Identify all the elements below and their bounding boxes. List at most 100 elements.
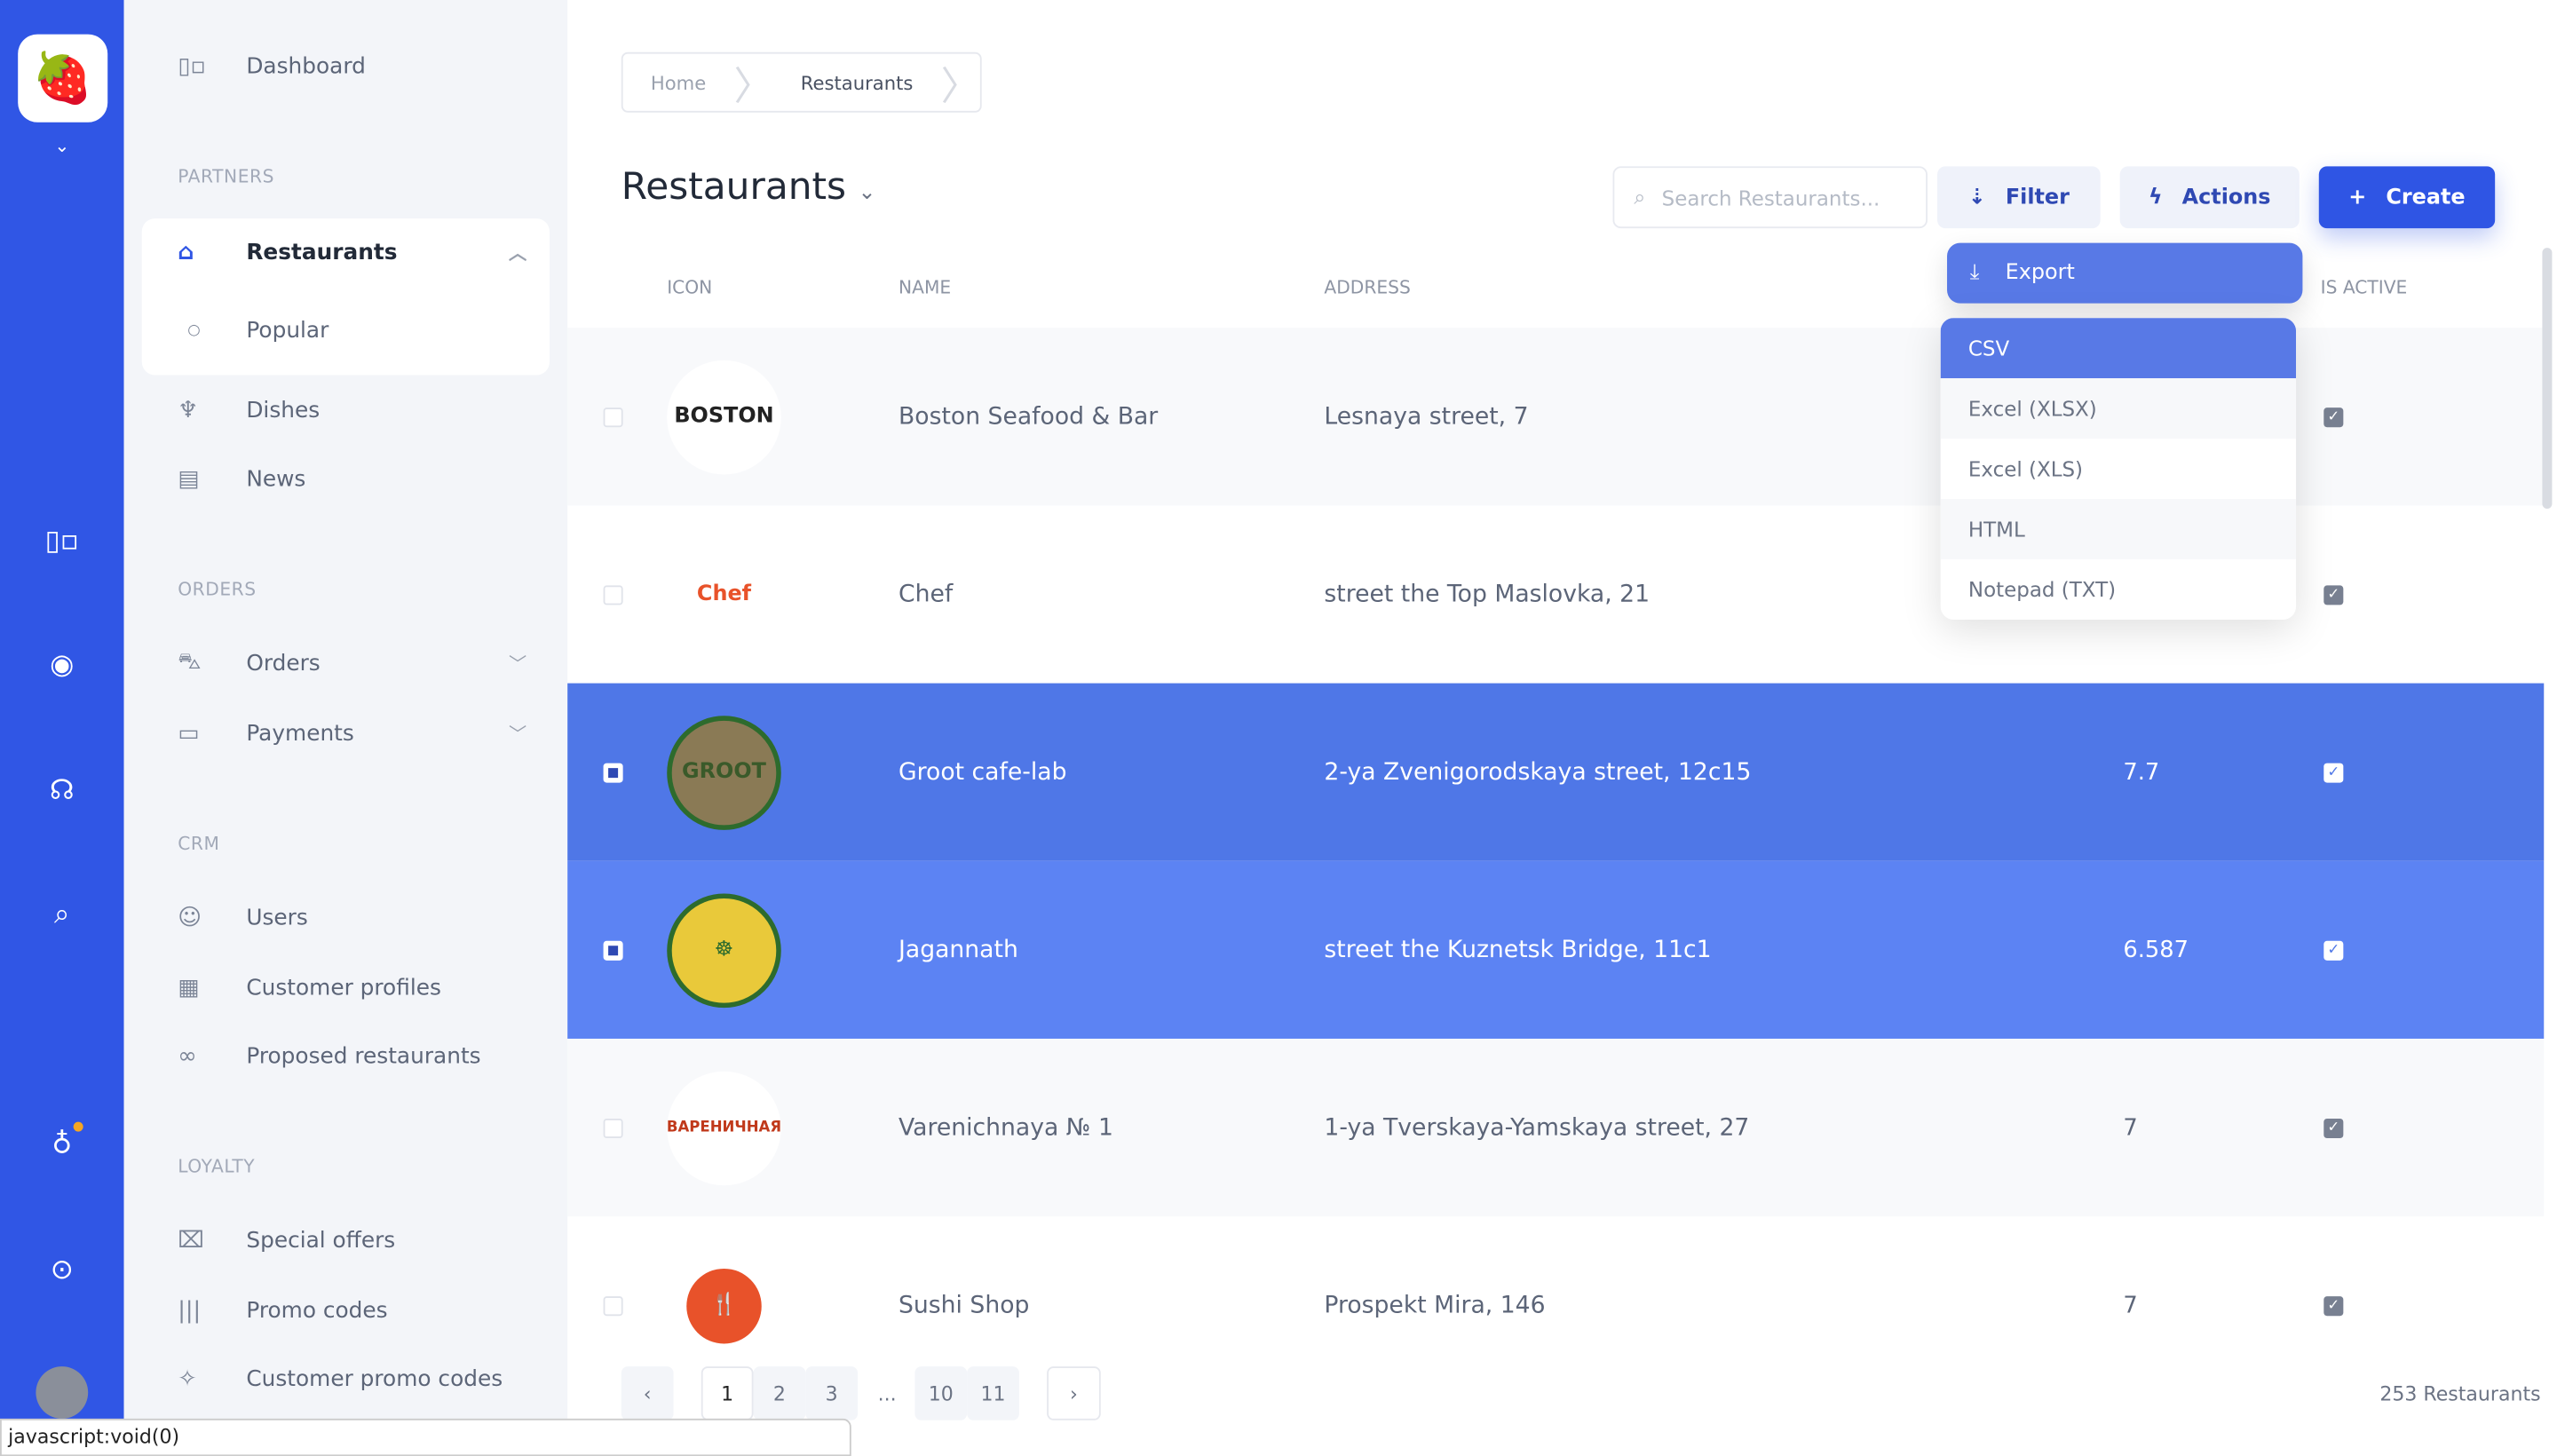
is-active-checkbox[interactable]: ✓: [2323, 1295, 2344, 1316]
page-title[interactable]: Restaurants ⌄: [621, 166, 876, 209]
menu-item-html[interactable]: HTML: [1940, 499, 2297, 559]
label: Dashboard: [246, 53, 366, 80]
chevron-down-icon[interactable]: ⌄: [43, 127, 82, 166]
sidebar-item-dishes[interactable]: ♆ Dishes: [142, 378, 550, 443]
label: Promo codes: [246, 1298, 388, 1325]
restaurant-address: street the Kuznetsk Bridge, 11c1: [1324, 937, 1712, 963]
sidebar-item-restaurants[interactable]: ⌂ Restaurants ︿: [142, 220, 550, 285]
sidebar: ▯▫ Dashboard PARTNERS ⌂ Restaurants ︿ ○ Popu…: [123, 0, 568, 1456]
restaurant-rating: 7: [2123, 1292, 2138, 1318]
icon-rail: 🍓 ⌄ ▯▫ ◉ ☊ ⌕ ♁ ⊙: [0, 0, 124, 1456]
restaurant-name[interactable]: Jagannath: [899, 937, 1018, 962]
prev-page-button[interactable]: ‹: [621, 1366, 674, 1420]
menu-item-csv[interactable]: CSV: [1940, 318, 2297, 379]
dashboard-icon: ▯▫: [178, 53, 206, 80]
is-active-checkbox[interactable]: ✓: [2323, 584, 2344, 605]
label: Create: [2386, 185, 2466, 210]
total-count: 253 Restaurants: [2379, 1381, 2541, 1405]
restaurant-name[interactable]: Boston Seafood & Bar: [899, 404, 1158, 430]
scrollbar[interactable]: [2542, 248, 2553, 510]
glasses-icon: ∞: [178, 1043, 197, 1070]
restaurant-rating: 7: [2123, 1114, 2138, 1141]
menu-item-xls[interactable]: Excel (XLS): [1941, 439, 2296, 499]
label: Actions: [2181, 185, 2271, 210]
is-active-checkbox[interactable]: ✓: [2323, 407, 2344, 427]
next-page-button[interactable]: ›: [1047, 1366, 1101, 1420]
column-name[interactable]: NAME: [899, 277, 951, 298]
sidebar-item-special-offers[interactable]: ⌧ Special offers: [142, 1208, 550, 1273]
sidebar-item-customer-profiles[interactable]: ▦ Customer profiles: [142, 955, 550, 1020]
chevron-down-icon: ⌄: [858, 180, 876, 206]
label: Proposed restaurants: [246, 1043, 481, 1070]
page-3[interactable]: 3: [805, 1366, 859, 1420]
breadcrumb-home[interactable]: Home: [623, 71, 734, 94]
create-button[interactable]: + Create: [2318, 166, 2496, 229]
chevron-down-icon: ﹀: [509, 724, 527, 746]
search-icon[interactable]: ⌕: [43, 895, 82, 934]
label: Payments: [246, 720, 354, 748]
toggle-icon[interactable]: ⊙: [43, 1251, 82, 1290]
row-checkbox[interactable]: [603, 407, 623, 427]
table-row[interactable]: ☸ Jagannath street the Kuznetsk Bridge, …: [567, 860, 2545, 1039]
sidebar-item-users[interactable]: ☺ Users: [142, 885, 550, 950]
notification-dot: [73, 1121, 83, 1132]
sidebar-item-dashboard[interactable]: ▯▫ Dashboard: [142, 35, 550, 99]
lightning-icon: ϟ: [2148, 185, 2163, 210]
restaurant-name[interactable]: Chef: [899, 582, 953, 607]
row-checkbox[interactable]: [603, 939, 623, 960]
restaurant-address: Prospekt Mira, 146: [1324, 1292, 1546, 1318]
dashboard-icon[interactable]: ▯▫: [43, 522, 82, 561]
menu-item-xlsx[interactable]: Excel (XLSX): [1940, 378, 2297, 439]
restaurant-address: street the Top Maslovka, 21: [1324, 581, 1651, 608]
page-11[interactable]: 11: [967, 1366, 1019, 1420]
sidebar-item-customer-promo-codes[interactable]: ✧ Customer promo codes: [142, 1347, 550, 1412]
column-icon[interactable]: ICON: [667, 277, 712, 298]
row-checkbox[interactable]: [603, 1295, 623, 1316]
table-row[interactable]: ВАРЕНИЧНАЯ Varenichnaya № 1 1-ya Tverska…: [567, 1038, 2545, 1217]
filter-button[interactable]: ⇣ Filter: [1936, 166, 2101, 229]
export-button[interactable]: ⤓ Export: [1947, 242, 2303, 304]
row-checkbox[interactable]: [603, 584, 623, 605]
label: Popular: [246, 318, 329, 344]
chevron-down-icon: ﹀: [509, 653, 527, 676]
page-2[interactable]: 2: [753, 1366, 806, 1420]
sidebar-item-promo-codes[interactable]: ||| Promo codes: [142, 1278, 550, 1343]
menu-item-txt[interactable]: Notepad (TXT): [1941, 559, 2296, 620]
restaurant-logo: 🍴: [686, 1268, 762, 1343]
sidebar-item-popular[interactable]: ○ Popular: [142, 298, 550, 363]
page-1[interactable]: 1: [701, 1366, 754, 1420]
avatar[interactable]: [36, 1366, 89, 1419]
restaurant-address: 2-ya Zvenigorodskaya street, 12c15: [1324, 758, 1752, 786]
is-active-checkbox[interactable]: ✓: [2323, 939, 2344, 960]
title-text: Restaurants: [621, 166, 847, 210]
row-checkbox[interactable]: [603, 1118, 623, 1138]
search-input[interactable]: ⌕ Search Restaurants...: [1612, 166, 1928, 229]
restaurant-address: 1-ya Tverskaya-Yamskaya street, 27: [1324, 1114, 1750, 1141]
is-active-checkbox[interactable]: ✓: [2323, 762, 2344, 782]
gift-icon: ⌧: [178, 1228, 204, 1254]
row-checkbox[interactable]: [603, 762, 623, 782]
restaurant-logo: GROOT: [667, 715, 781, 829]
section-crm: CRM: [178, 833, 220, 855]
column-is-active[interactable]: IS ACTIVE: [2321, 277, 2408, 298]
restaurant-name[interactable]: Varenichnaya № 1: [899, 1114, 1113, 1140]
label: Export: [2005, 260, 2075, 286]
globe-icon[interactable]: ◉: [43, 645, 82, 684]
actions-button[interactable]: ϟ Actions: [2119, 166, 2300, 229]
page-10[interactable]: 10: [914, 1366, 968, 1420]
raspberry-logo[interactable]: 🍓: [18, 34, 108, 123]
sidebar-item-payments[interactable]: ▭ Payments ﹀: [142, 701, 550, 766]
sidebar-item-proposed-restaurants[interactable]: ∞ Proposed restaurants: [142, 1024, 550, 1088]
is-active-checkbox[interactable]: ✓: [2323, 1118, 2344, 1138]
sidebar-item-orders[interactable]: ⛍ Orders ﹀: [142, 631, 550, 696]
export-menu: CSV Excel (XLSX) Excel (XLS) HTML Notepa…: [1940, 318, 2297, 620]
column-address[interactable]: ADDRESS: [1324, 277, 1410, 298]
label: Customer promo codes: [246, 1366, 503, 1393]
restaurant-name[interactable]: Sushi Shop: [899, 1293, 1029, 1318]
sidebar-item-news[interactable]: ▤ News: [142, 447, 550, 511]
restaurant-logo: ☸: [667, 892, 781, 1008]
support-icon[interactable]: ☊: [43, 772, 82, 811]
lightbulb-icon[interactable]: ♁: [43, 1121, 83, 1164]
restaurant-name[interactable]: Groot cafe-lab: [899, 759, 1066, 785]
table-row[interactable]: GROOT Groot cafe-lab 2-ya Zvenigorodskay…: [567, 683, 2545, 861]
